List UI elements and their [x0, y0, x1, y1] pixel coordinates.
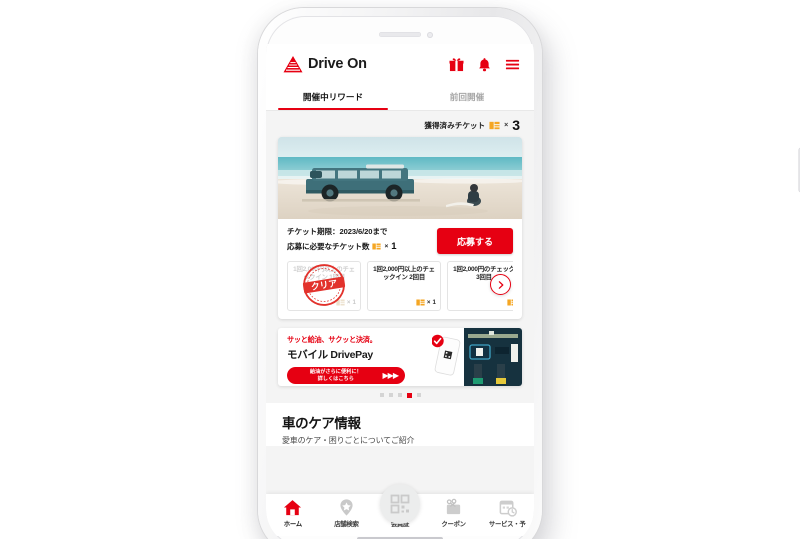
earned-ticket-label: 獲得済みチケット	[424, 120, 486, 130]
ticket-icon	[507, 299, 513, 306]
reward-step-2-text: 1回2,000円以上のチェックイン 2回目	[373, 266, 435, 282]
reward-tabs: 開催中リワード 前回開催	[266, 84, 534, 110]
promo-banner-content: サッと給油、サクッと決済。 モバイル DrivePay 給油がさらに便利に！ 詳…	[278, 328, 464, 386]
clear-stamp-text: クリア	[310, 278, 338, 292]
reward-info-row: チケット期限：2023/6/20まで 応募に必要なチケット数 × 1 応募する	[287, 226, 513, 254]
phone-device-frame: Drive On 開催中リワード 前回開催 獲得済みチケット × 3 チケット期…	[258, 8, 800, 539]
required-ticket-row: 応募に必要なチケット数 × 1	[287, 241, 437, 252]
reward-step-2-multiplier: ×	[426, 299, 431, 306]
car-care-subtitle: 愛車のケア・困りごとについてご紹介	[282, 436, 415, 445]
promo-banner[interactable]: サッと給油、サクッと決済。 モバイル DrivePay 給油がさらに便利に！ 詳…	[278, 328, 522, 386]
steps-next-button[interactable]	[490, 274, 511, 295]
drive-on-logo-icon	[283, 55, 303, 72]
promo-cta-text: 給油がさらに便利に！ 詳しくはこちら	[294, 369, 378, 383]
promo-cta-button[interactable]: 給油がさらに便利に！ 詳しくはこちら ▶▶▶	[287, 367, 405, 384]
reward-text-block: チケット期限：2023/6/20まで 応募に必要なチケット数 × 1	[287, 226, 437, 252]
nav-item-home[interactable]: ホーム	[266, 498, 320, 528]
ticket-icon	[489, 121, 500, 129]
promo-title: モバイル DrivePay	[287, 349, 373, 361]
nav-item-coupon[interactable]: クーポン	[427, 498, 481, 528]
nav-item-service[interactable]: サービス・予	[480, 498, 534, 528]
earned-ticket-summary: 獲得済みチケット × 3	[266, 111, 534, 137]
reward-step-3-ticket	[452, 298, 513, 307]
car-care-section: 車のケア情報 愛車のケア・困りごとについてご紹介	[266, 403, 534, 446]
reward-step-1[interactable]: 1回2,000円以上のチェックイン 1回目 × 1 クリア	[287, 261, 361, 311]
clear-stamp-icon: クリア	[302, 263, 346, 306]
carousel-dots	[278, 386, 522, 403]
gift-icon[interactable]	[449, 57, 464, 72]
nav-item-store-search-label: 店舗検索	[334, 521, 359, 528]
carousel-dot-1[interactable]	[379, 393, 384, 397]
screenshot-root: Drive On 開催中リワード 前回開催 獲得済みチケット × 3 チケット期…	[0, 0, 800, 539]
bottom-navigation-bar: ホーム 店舗検索 会員証 クーポン サービス・予	[266, 484, 534, 536]
reward-steps-list[interactable]: 1回2,000円以上のチェックイン 1回目 × 1 クリア 1回2,000円以上…	[287, 261, 513, 311]
required-ticket-label: 応募に必要なチケット数	[287, 242, 370, 251]
nav-item-home-label: ホーム	[283, 521, 302, 528]
nav-item-membership[interactable]: 会員証	[373, 484, 427, 528]
reward-step-2-ticket: × 1	[372, 298, 436, 307]
chevron-right-icon	[498, 280, 503, 289]
earned-ticket-count: 3	[512, 117, 520, 133]
carousel-dot-2[interactable]	[388, 393, 393, 397]
carousel-dot-3[interactable]	[397, 393, 402, 397]
promo-banner-carousel: サッと給油、サクッと決済。 モバイル DrivePay 給油がさらに便利に！ 詳…	[278, 328, 522, 403]
reward-steps-carousel: 1回2,000円以上のチェックイン 1回目 × 1 クリア 1回2,000円以上…	[287, 261, 513, 311]
nav-item-service-label: サービス・予	[488, 521, 526, 528]
gas-station-illustration	[464, 328, 522, 386]
menu-icon[interactable]	[505, 57, 520, 72]
nav-item-store-search[interactable]: 店舗検索	[320, 498, 374, 528]
car-care-title: 車のケア情報	[282, 416, 361, 431]
map-pin-icon	[340, 499, 353, 516]
header-icon-group	[449, 57, 520, 72]
ticket-icon	[372, 243, 382, 250]
reward-step-2[interactable]: 1回2,000円以上のチェックイン 2回目 × 1	[367, 261, 441, 311]
reward-step-1-count: 1	[352, 299, 356, 306]
tab-previous-reward-label: 前回開催	[449, 92, 485, 102]
promo-kicker: サッと給油、サクッと決済。	[287, 335, 377, 344]
carousel-dot-5[interactable]	[416, 393, 421, 397]
phone-front-camera	[427, 32, 433, 38]
promo-cta-line1: 給油がさらに便利に！	[309, 368, 362, 375]
ticket-icon	[416, 299, 425, 306]
earned-ticket-multiplier: ×	[504, 121, 509, 129]
nav-item-coupon-label: クーポン	[441, 521, 466, 528]
required-ticket-multiplier: ×	[384, 243, 389, 250]
promo-cta-line2: 詳しくはこちら	[317, 375, 354, 382]
reward-card[interactable]: チケット期限：2023/6/20まで 応募に必要なチケット数 × 1 応募する …	[278, 137, 522, 319]
carousel-dot-4[interactable]	[406, 393, 412, 398]
membership-fab-button[interactable]	[379, 484, 420, 524]
promo-cta-arrows: ▶▶▶	[382, 371, 400, 380]
mobile-payment-phone-icon	[432, 334, 461, 376]
home-icon	[284, 500, 302, 516]
beach-suv-illustration	[278, 137, 522, 219]
app-screen: Drive On 開催中リワード 前回開催 獲得済みチケット × 3 チケット期…	[266, 44, 534, 536]
required-ticket-count: 1	[391, 241, 397, 252]
tab-previous-reward[interactable]: 前回開催	[400, 84, 534, 110]
coupon-scissors-icon	[446, 498, 461, 515]
app-header: Drive On	[266, 44, 534, 84]
qr-code-icon	[390, 494, 410, 514]
fuel-pump-illustration	[464, 328, 522, 386]
ticket-deadline: チケット期限：2023/6/20まで	[287, 227, 388, 236]
phone-earpiece-speaker	[379, 32, 421, 37]
apply-button[interactable]: 応募する	[437, 228, 513, 254]
reward-step-2-count: 1	[432, 299, 436, 306]
service-calendar-icon	[499, 500, 517, 517]
reward-card-body: チケット期限：2023/6/20まで 応募に必要なチケット数 × 1 応募する …	[278, 219, 522, 319]
app-logo-text: Drive On	[308, 56, 367, 72]
reward-hero-image	[278, 137, 522, 219]
bell-icon[interactable]	[477, 57, 492, 72]
tab-current-reward-label: 開催中リワード	[302, 92, 364, 102]
phone-screen-bezel: Drive On 開催中リワード 前回開催 獲得済みチケット × 3 チケット期…	[266, 16, 534, 539]
tab-current-reward[interactable]: 開催中リワード	[266, 84, 400, 110]
app-logo[interactable]: Drive On	[283, 55, 367, 73]
